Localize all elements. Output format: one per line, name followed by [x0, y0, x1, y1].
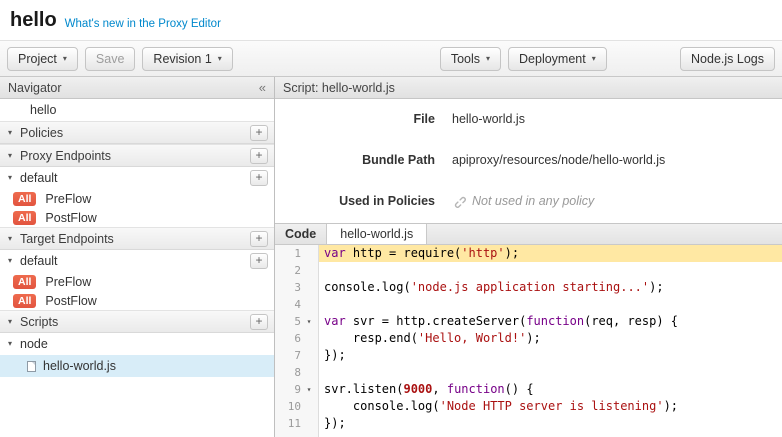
script-file-hello-world[interactable]: hello-world.js: [0, 355, 274, 377]
line-number: 5▾: [275, 313, 319, 330]
section-scripts[interactable]: ▾ Scripts +: [0, 310, 274, 333]
script-details: File hello-world.js Bundle Path apiproxy…: [275, 99, 782, 223]
chevron-down-icon: ▾: [592, 55, 596, 63]
collapse-sidebar-icon[interactable]: «: [259, 81, 266, 94]
script-panel-header: Script: hello-world.js: [275, 77, 782, 99]
project-dropdown-button[interactable]: Project ▾: [7, 47, 78, 71]
line-number: 8: [275, 364, 319, 381]
navigator-title: Navigator: [8, 81, 62, 95]
triangle-down-icon: ▾: [8, 152, 20, 160]
triangle-down-icon: ▾: [8, 257, 20, 265]
top-header: hello What's new in the Proxy Editor: [0, 0, 782, 40]
code-line[interactable]: 4: [275, 296, 782, 313]
code-line[interactable]: 3console.log('node.js application starti…: [275, 279, 782, 296]
deployment-dropdown-button[interactable]: Deployment ▾: [508, 47, 607, 71]
add-flow-button[interactable]: +: [250, 253, 268, 269]
bundle-path-field: Bundle Path apiproxy/resources/node/hell…: [275, 153, 782, 167]
content: Navigator « hello ▾ Policies + ▾ Proxy E…: [0, 77, 782, 437]
section-target-endpoints[interactable]: ▾ Target Endpoints +: [0, 227, 274, 250]
proxy-editor-app: hello What's new in the Proxy Editor Pro…: [0, 0, 782, 437]
bundle-path-value: apiproxy/resources/node/hello-world.js: [452, 153, 665, 167]
bundle-path-label: Bundle Path: [275, 153, 435, 167]
file-icon: [27, 361, 36, 372]
line-number: 2: [275, 262, 319, 279]
triangle-down-icon: ▾: [8, 174, 20, 182]
line-number: 1: [275, 245, 319, 262]
line-number: 7: [275, 347, 319, 364]
line-number: 4: [275, 296, 319, 313]
all-badge: All: [13, 275, 36, 289]
file-label: File: [275, 112, 435, 126]
nav-item-hello[interactable]: hello: [0, 99, 274, 121]
code-line[interactable]: 9▾svr.listen(9000, function() {: [275, 381, 782, 398]
chevron-down-icon: ▾: [486, 55, 490, 63]
add-flow-button[interactable]: +: [250, 170, 268, 186]
target-endpoint-default[interactable]: ▾ default +: [0, 250, 274, 272]
code-line[interactable]: 2: [275, 262, 782, 279]
triangle-down-icon: ▾: [8, 235, 20, 243]
code-tab-hello-world[interactable]: hello-world.js: [326, 224, 427, 244]
code-line[interactable]: 11});: [275, 415, 782, 432]
code-line[interactable]: 10 console.log('Node HTTP server is list…: [275, 398, 782, 415]
nodejs-logs-button[interactable]: Node.js Logs: [680, 47, 775, 71]
code-editor[interactable]: 1var http = require('http');23console.lo…: [275, 245, 782, 437]
navigator-header: Navigator «: [0, 77, 274, 99]
code-line[interactable]: 5▾var svr = http.createServer(function(r…: [275, 313, 782, 330]
tools-dropdown-button[interactable]: Tools ▾: [440, 47, 501, 71]
code-header: Code hello-world.js: [275, 223, 782, 245]
save-button[interactable]: Save: [85, 47, 136, 71]
used-in-policies-value: Not used in any policy: [452, 194, 594, 208]
section-proxy-endpoints[interactable]: ▾ Proxy Endpoints +: [0, 144, 274, 167]
add-script-button[interactable]: +: [250, 314, 268, 330]
file-value: hello-world.js: [452, 112, 525, 126]
file-field: File hello-world.js: [275, 112, 782, 126]
code-line[interactable]: 7});: [275, 347, 782, 364]
chevron-down-icon: ▾: [63, 55, 67, 63]
line-number: 9▾: [275, 381, 319, 398]
add-target-endpoint-button[interactable]: +: [250, 231, 268, 247]
toolbar: Project ▾ Save Revision 1 ▾ Tools ▾ Depl…: [0, 40, 782, 77]
fold-arrow-icon[interactable]: ▾: [301, 381, 317, 398]
add-policy-button[interactable]: +: [250, 125, 268, 141]
code-line[interactable]: 6 resp.end('Hello, World!');: [275, 330, 782, 347]
revision-dropdown-button[interactable]: Revision 1 ▾: [142, 47, 232, 71]
chevron-down-icon: ▾: [218, 55, 222, 63]
proxy-postflow-item[interactable]: All PostFlow: [0, 208, 274, 227]
triangle-down-icon: ▾: [8, 318, 20, 326]
triangle-down-icon: ▾: [8, 129, 20, 137]
target-preflow-item[interactable]: All PreFlow: [0, 272, 274, 291]
line-number: 11: [275, 415, 319, 432]
triangle-down-icon: ▾: [8, 340, 20, 348]
navigator: Navigator « hello ▾ Policies + ▾ Proxy E…: [0, 77, 275, 437]
all-badge: All: [13, 192, 36, 206]
code-label: Code: [275, 224, 326, 244]
add-proxy-endpoint-button[interactable]: +: [250, 148, 268, 164]
fold-arrow-icon[interactable]: ▾: [301, 313, 317, 330]
code-lines: 1var http = require('http');23console.lo…: [275, 245, 782, 432]
scripts-node-group[interactable]: ▾ node: [0, 333, 274, 355]
whats-new-link[interactable]: What's new in the Proxy Editor: [65, 18, 221, 30]
used-in-policies-field: Used in Policies Not used in any policy: [275, 194, 782, 208]
line-number: 10: [275, 398, 319, 415]
line-number: 6: [275, 330, 319, 347]
target-postflow-item[interactable]: All PostFlow: [0, 291, 274, 310]
all-badge: All: [13, 294, 36, 308]
code-line[interactable]: 8: [275, 364, 782, 381]
proxy-endpoint-default[interactable]: ▾ default +: [0, 167, 274, 189]
script-panel: Script: hello-world.js File hello-world.…: [275, 77, 782, 437]
proxy-preflow-item[interactable]: All PreFlow: [0, 189, 274, 208]
code-line[interactable]: 1var http = require('http');: [275, 245, 782, 262]
broken-link-icon: [452, 194, 466, 208]
all-badge: All: [13, 211, 36, 225]
page-title: hello: [10, 10, 57, 30]
section-policies[interactable]: ▾ Policies +: [0, 121, 274, 144]
used-in-policies-label: Used in Policies: [275, 194, 435, 208]
line-number: 3: [275, 279, 319, 296]
